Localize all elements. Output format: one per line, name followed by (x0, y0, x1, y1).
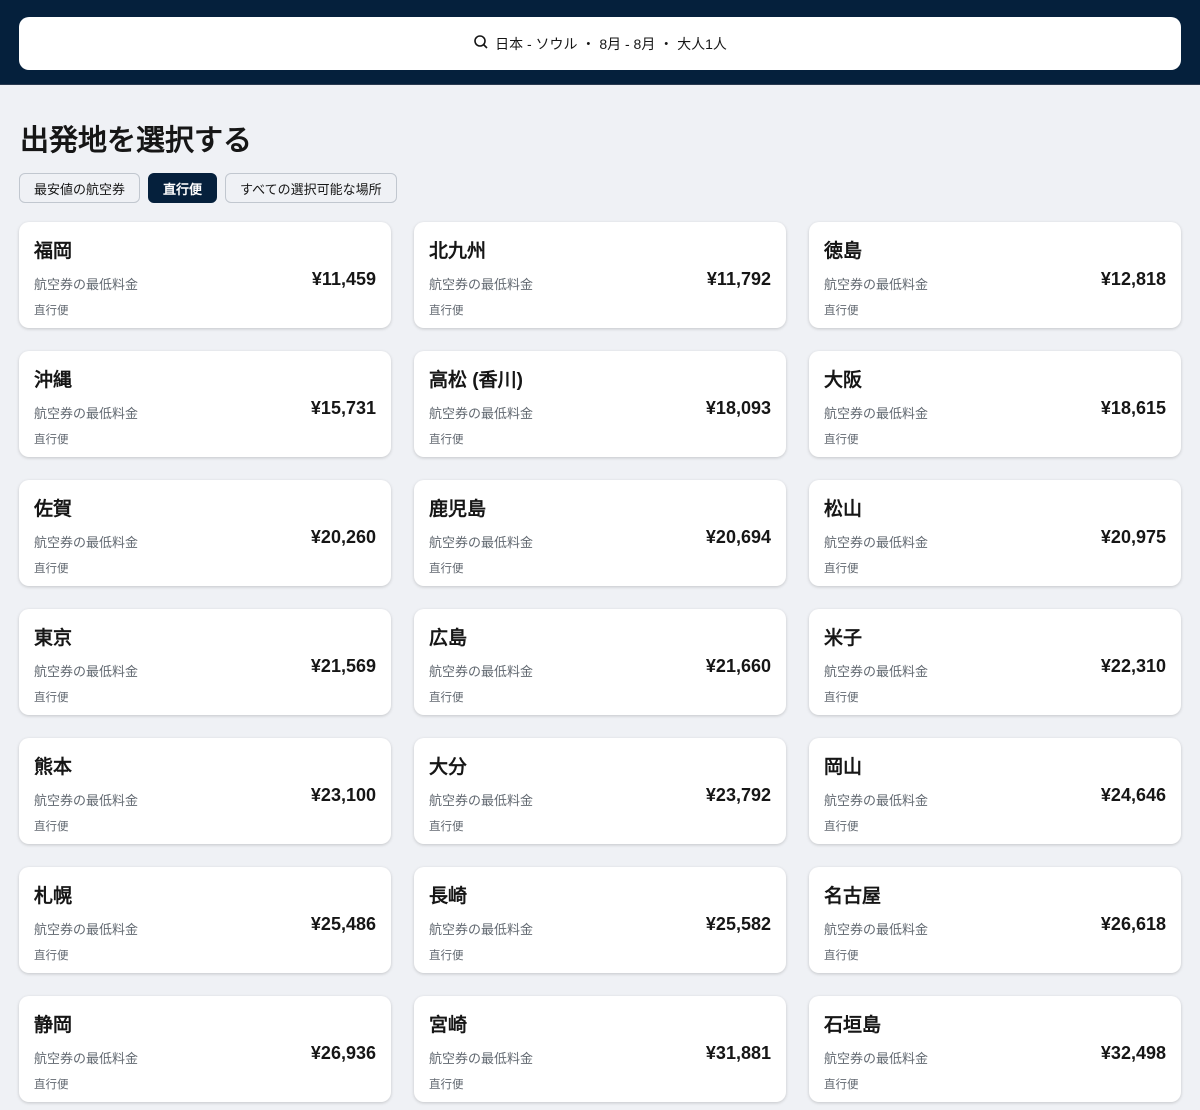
stops-label: 直行便 (824, 692, 859, 704)
city-name: 佐賀 (34, 499, 73, 520)
destination-card[interactable]: 佐賀 航空券の最低料金 直行便 ¥20,260 (19, 480, 391, 586)
city-name: 高松 (香川) (429, 370, 523, 391)
stops-label: 直行便 (34, 434, 69, 446)
price: ¥18,615 (1100, 398, 1166, 418)
destination-card[interactable]: 広島 航空券の最低料金 直行便 ¥21,660 (414, 609, 786, 715)
city-name: 東京 (34, 628, 73, 649)
city-name: 広島 (429, 628, 468, 649)
filter-tabs: 最安値の航空券 直行便 すべての選択可能な場所 (19, 173, 1200, 203)
city-name: 徳島 (824, 241, 863, 262)
price: ¥11,792 (706, 269, 771, 289)
stops-label: 直行便 (429, 1079, 464, 1091)
destination-card[interactable]: 名古屋 航空券の最低料金 直行便 ¥26,618 (809, 867, 1181, 973)
page-title: 出発地を選択する (20, 125, 253, 157)
destination-card[interactable]: 鹿児島 航空券の最低料金 直行便 ¥20,694 (414, 480, 786, 586)
city-name: 大阪 (824, 370, 863, 391)
filter-cheapest[interactable]: 最安値の航空券 (19, 173, 141, 203)
destination-card[interactable]: 松山 航空券の最低料金 直行便 ¥20,975 (809, 480, 1181, 586)
price: ¥11,459 (311, 269, 376, 289)
destination-card[interactable]: 米子 航空券の最低料金 直行便 ¥22,310 (809, 609, 1181, 715)
price: ¥20,975 (1100, 527, 1166, 547)
price: ¥24,646 (1100, 785, 1166, 805)
city-name: 岡山 (824, 757, 863, 778)
destination-card[interactable]: 長崎 航空券の最低料金 直行便 ¥25,582 (414, 867, 786, 973)
destination-card[interactable]: 札幌 航空券の最低料金 直行便 ¥25,486 (19, 867, 391, 973)
stops-label: 直行便 (824, 950, 859, 962)
price: ¥15,731 (310, 398, 376, 418)
destination-card[interactable]: 高松 (香川) 航空券の最低料金 直行便 ¥18,093 (414, 351, 786, 457)
stops-label: 直行便 (824, 563, 859, 575)
price: ¥21,660 (705, 656, 771, 676)
city-name: 静岡 (34, 1015, 73, 1036)
stops-label: 直行便 (34, 1079, 69, 1091)
price: ¥22,310 (1100, 656, 1166, 676)
price: ¥20,260 (310, 527, 376, 547)
city-name: 熊本 (34, 757, 73, 778)
destination-card[interactable]: 徳島 航空券の最低料金 直行便 ¥12,818 (809, 222, 1181, 328)
destination-card[interactable]: 北九州 航空券の最低料金 直行便 ¥11,792 (414, 222, 786, 328)
destination-card[interactable]: 大分 航空券の最低料金 直行便 ¥23,792 (414, 738, 786, 844)
stops-label: 直行便 (824, 1079, 859, 1091)
stops-label: 直行便 (34, 305, 69, 317)
stops-label: 直行便 (429, 434, 464, 446)
stops-label: 直行便 (824, 434, 859, 446)
stops-label: 直行便 (429, 821, 464, 833)
price: ¥23,792 (705, 785, 771, 805)
city-name: 石垣島 (824, 1015, 882, 1036)
price: ¥32,498 (1100, 1043, 1166, 1063)
city-name: 北九州 (429, 241, 487, 262)
destination-card[interactable]: 熊本 航空券の最低料金 直行便 ¥23,100 (19, 738, 391, 844)
city-name: 宮崎 (429, 1015, 468, 1036)
price: ¥21,569 (310, 656, 376, 676)
stops-label: 直行便 (429, 305, 464, 317)
price: ¥12,818 (1100, 269, 1166, 289)
destination-card[interactable]: 東京 航空券の最低料金 直行便 ¥21,569 (19, 609, 391, 715)
city-name: 長崎 (429, 886, 468, 907)
price: ¥26,618 (1100, 914, 1166, 934)
city-name: 福岡 (34, 241, 73, 262)
price: ¥20,694 (705, 527, 771, 547)
destination-card[interactable]: 石垣島 航空券の最低料金 直行便 ¥32,498 (809, 996, 1181, 1102)
stops-label: 直行便 (34, 950, 69, 962)
search-icon (473, 34, 489, 53)
filter-all-places[interactable]: すべての選択可能な場所 (225, 173, 397, 203)
price: ¥26,936 (310, 1043, 376, 1063)
stops-label: 直行便 (34, 692, 69, 704)
destination-card[interactable]: 宮崎 航空券の最低料金 直行便 ¥31,881 (414, 996, 786, 1102)
stops-label: 直行便 (429, 563, 464, 575)
city-name: 札幌 (34, 886, 73, 907)
destination-card[interactable]: 沖縄 航空券の最低料金 直行便 ¥15,731 (19, 351, 391, 457)
search-summary-button[interactable]: 日本 - ソウル ・ 8月 - 8月 ・ 大人1人 (19, 17, 1181, 70)
price: ¥23,100 (310, 785, 376, 805)
destination-card[interactable]: 静岡 航空券の最低料金 直行便 ¥26,936 (19, 996, 391, 1102)
stops-label: 直行便 (824, 305, 859, 317)
city-name: 鹿児島 (429, 499, 487, 520)
destination-card[interactable]: 岡山 航空券の最低料金 直行便 ¥24,646 (809, 738, 1181, 844)
city-name: 沖縄 (34, 370, 73, 391)
price: ¥25,582 (705, 914, 771, 934)
stops-label: 直行便 (429, 950, 464, 962)
top-bar: 日本 - ソウル ・ 8月 - 8月 ・ 大人1人 (0, 0, 1200, 85)
stops-label: 直行便 (34, 821, 69, 833)
price: ¥31,881 (705, 1043, 771, 1063)
city-name: 大分 (429, 757, 468, 778)
city-name: 名古屋 (824, 886, 882, 907)
stops-label: 直行便 (34, 563, 69, 575)
destination-card[interactable]: 大阪 航空券の最低料金 直行便 ¥18,615 (809, 351, 1181, 457)
price: ¥25,486 (310, 914, 376, 934)
destination-card[interactable]: 福岡 航空券の最低料金 直行便 ¥11,459 (19, 222, 391, 328)
filter-direct[interactable]: 直行便 (148, 173, 218, 203)
stops-label: 直行便 (824, 821, 859, 833)
search-summary-text: 日本 - ソウル ・ 8月 - 8月 ・ 大人1人 (495, 35, 727, 52)
price: ¥18,093 (705, 398, 771, 418)
stops-label: 直行便 (429, 692, 464, 704)
city-name: 米子 (824, 628, 863, 649)
city-name: 松山 (824, 499, 863, 520)
destination-grid: 福岡 航空券の最低料金 直行便 ¥11,459 北九州 航空券の最低料金 直行便 … (19, 222, 1200, 1102)
